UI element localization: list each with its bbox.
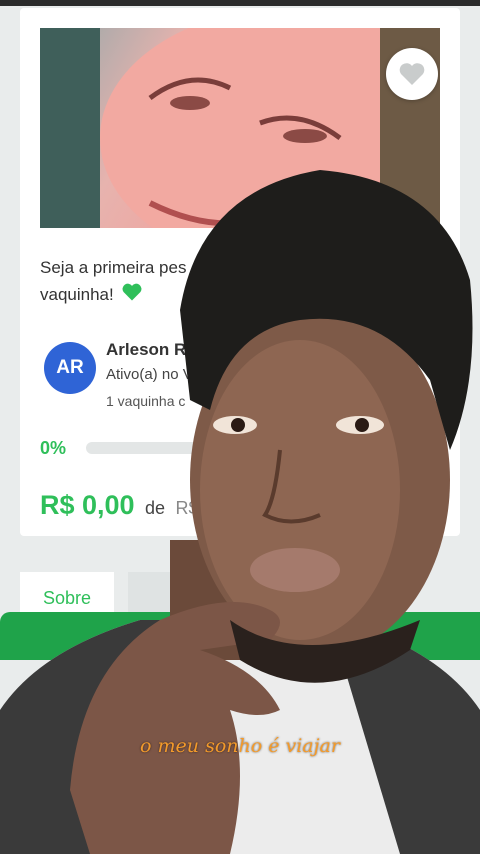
video-caption: o meu sonho é viajar bbox=[140, 735, 340, 757]
heart-icon bbox=[399, 63, 425, 85]
status-bar bbox=[0, 0, 480, 6]
favorite-button[interactable] bbox=[386, 48, 438, 100]
